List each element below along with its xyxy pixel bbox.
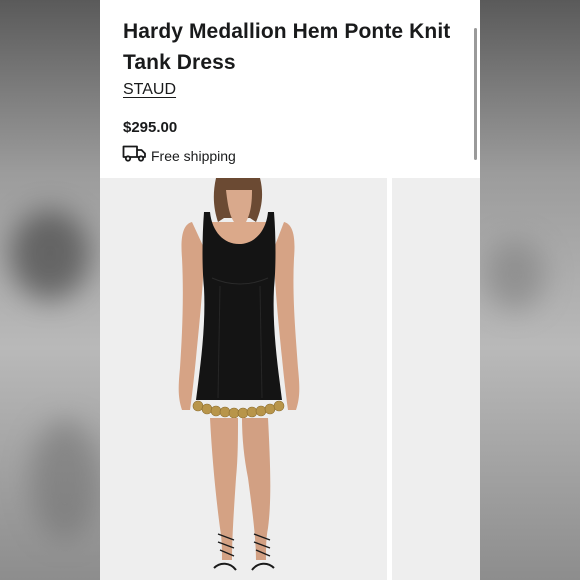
product-price: $295.00 [123,119,178,136]
truck-icon [122,144,147,167]
next-photo-preview[interactable] [392,178,480,580]
background-left [0,0,100,580]
shipping-text: Free shipping [151,147,236,164]
brand-link[interactable]: STAUD [123,81,176,99]
scrollbar[interactable] [474,28,477,160]
product-info: Hardy Medallion Hem Ponte Knit Tank Dres… [100,0,480,176]
shipping-row: Free shipping [122,144,236,167]
model-illustration [178,178,300,571]
product-panel: Hardy Medallion Hem Ponte Knit Tank Dres… [100,0,480,580]
image-gallery[interactable] [100,178,480,580]
product-title: Hardy Medallion Hem Ponte Knit Tank Dres… [123,20,451,74]
background-right [480,0,580,580]
product-photo[interactable] [100,178,387,580]
